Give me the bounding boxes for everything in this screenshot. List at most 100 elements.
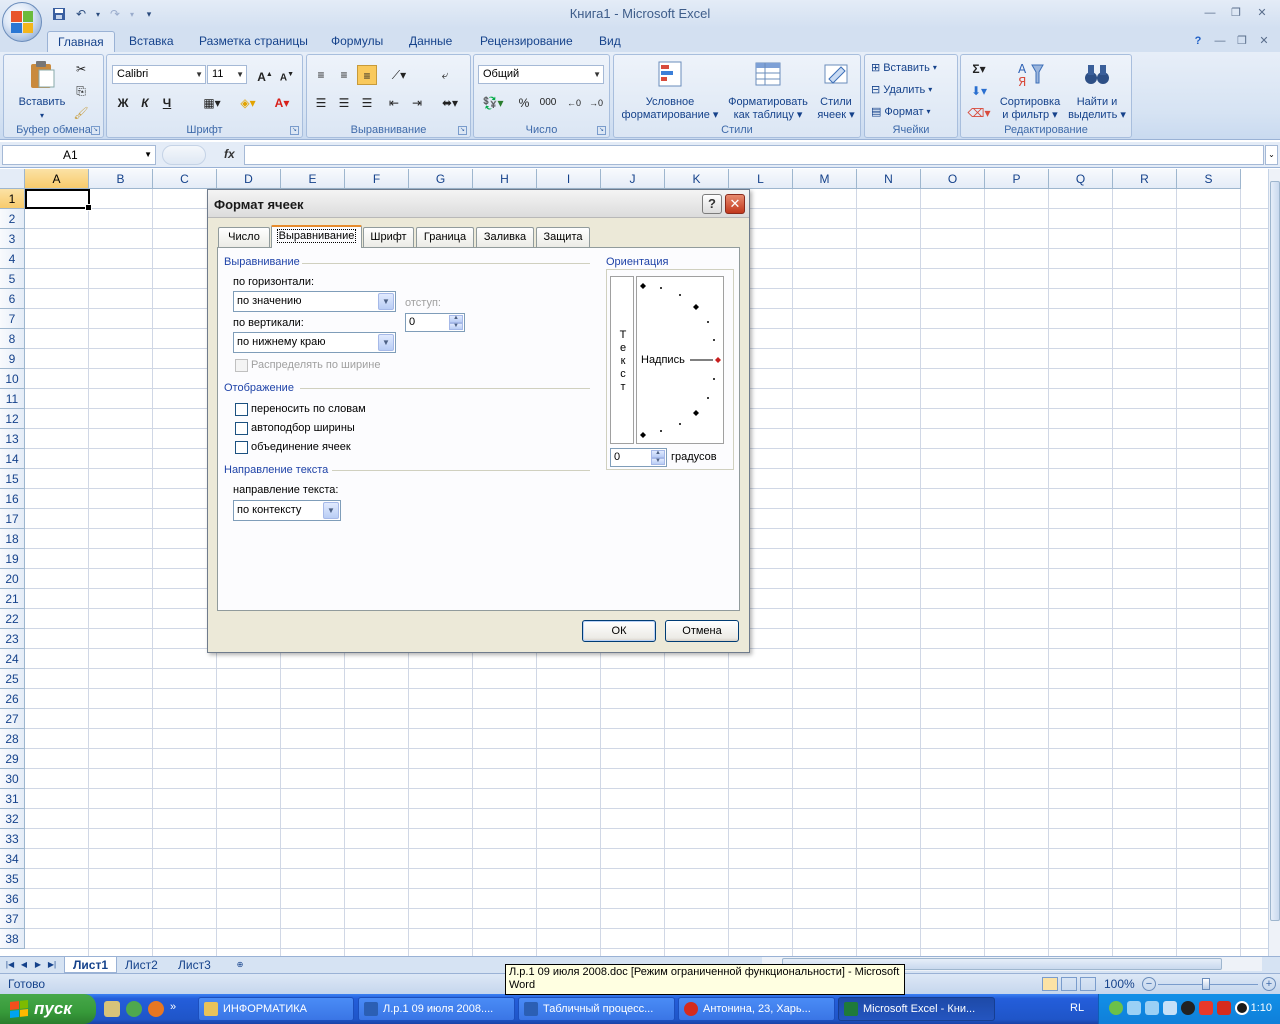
format-painter-icon[interactable]: 🖌 (71, 103, 91, 123)
row-header[interactable]: 6 (0, 289, 25, 309)
start-button[interactable]: пуск (0, 994, 96, 1024)
column-header[interactable]: H (473, 169, 537, 189)
spin-down-icon[interactable]: ▼ (449, 322, 463, 330)
increase-indent-icon[interactable]: ⇥ (407, 93, 427, 113)
zoom-slider-knob[interactable] (1202, 978, 1210, 990)
network-icon[interactable] (1145, 1001, 1159, 1015)
number-format-combo[interactable]: Общий ▼ (478, 65, 604, 84)
tab-page-layout[interactable]: Разметка страницы (189, 31, 318, 52)
row-header[interactable]: 38 (0, 929, 25, 949)
tab-review[interactable]: Рецензирование (470, 31, 583, 52)
shrink-to-fit-checkbox[interactable] (235, 422, 248, 435)
cut-icon[interactable]: ✂ (71, 59, 91, 79)
column-header[interactable]: A (25, 169, 89, 189)
tab-font[interactable]: Шрифт (363, 227, 414, 247)
active-cell[interactable] (25, 189, 92, 211)
tab-fill[interactable]: Заливка (476, 227, 534, 247)
autosum-button[interactable]: Σ▾ (965, 59, 993, 79)
horizontal-select[interactable]: по значению ▼ (233, 291, 396, 312)
row-header[interactable]: 10 (0, 369, 25, 389)
column-header[interactable]: K (665, 169, 729, 189)
fill-color-icon[interactable]: ◈▾ (233, 93, 263, 113)
close-button[interactable]: ✕ (725, 194, 745, 214)
tab-border[interactable]: Граница (416, 227, 474, 247)
tray-app-icon[interactable] (1109, 1001, 1123, 1015)
column-header[interactable]: C (153, 169, 217, 189)
column-header[interactable]: O (921, 169, 985, 189)
vertical-select[interactable]: по нижнему краю ▼ (233, 332, 396, 353)
grow-font-button[interactable]: A▲ (255, 65, 275, 85)
minimize-icon[interactable]: — (1198, 4, 1222, 22)
workbook-minimize-icon[interactable]: — (1212, 32, 1228, 50)
row-header[interactable]: 36 (0, 889, 25, 909)
column-header[interactable]: N (857, 169, 921, 189)
row-header[interactable]: 11 (0, 389, 25, 409)
chevron-right-icon[interactable]: » (170, 1001, 180, 1017)
cancel-button[interactable]: Отмена (665, 620, 739, 642)
row-header[interactable]: 12 (0, 409, 25, 429)
indent-spinner[interactable]: 0 ▲ ▼ (405, 313, 465, 332)
page-layout-view-icon[interactable] (1061, 977, 1077, 991)
tab-insert[interactable]: Вставка (119, 31, 184, 52)
spin-up-icon[interactable]: ▲ (449, 315, 463, 323)
sheet-tab-3[interactable]: Лист3 (170, 957, 219, 973)
prev-sheet-icon[interactable]: ◀ (18, 959, 30, 971)
clock[interactable]: 1:10 (1251, 1002, 1272, 1014)
copy-icon[interactable]: ⎘ (71, 81, 91, 101)
row-header[interactable]: 33 (0, 829, 25, 849)
paste-dropdown-icon[interactable]: ▾ (12, 109, 72, 122)
column-header[interactable]: D (217, 169, 281, 189)
ok-button[interactable]: ОК (582, 620, 656, 642)
row-header[interactable]: 22 (0, 609, 25, 629)
row-header[interactable]: 26 (0, 689, 25, 709)
column-header[interactable]: I (537, 169, 601, 189)
taskbar-item-word-doc[interactable]: Л.р.1 09 июля 2008.... (358, 997, 515, 1021)
network-icon[interactable] (1127, 1001, 1141, 1015)
orientation-icon[interactable]: ⟋▾ (384, 65, 414, 85)
row-header[interactable]: 34 (0, 849, 25, 869)
bold-button[interactable]: Ж (113, 93, 133, 113)
row-header[interactable]: 37 (0, 909, 25, 929)
find-select-button[interactable]: Найти и выделить ▾ (1065, 59, 1129, 122)
workbook-close-icon[interactable]: ✕ (1256, 32, 1272, 50)
row-header[interactable]: 23 (0, 629, 25, 649)
sheet-tab-1[interactable]: Лист1 (64, 957, 118, 973)
fill-icon[interactable]: ⬇▾ (965, 81, 993, 101)
office-button[interactable] (2, 2, 42, 42)
column-header[interactable]: Q (1049, 169, 1113, 189)
vertical-text-button[interactable]: Т е к с т (610, 276, 634, 444)
direction-select[interactable]: по контексту ▼ (233, 500, 341, 521)
page-break-view-icon[interactable] (1080, 977, 1096, 991)
thousands-button[interactable]: 000 (536, 93, 560, 113)
select-all-corner[interactable] (0, 169, 25, 189)
formula-input[interactable] (244, 145, 1264, 165)
row-header[interactable]: 9 (0, 349, 25, 369)
tab-data[interactable]: Данные (399, 31, 462, 52)
row-header[interactable]: 5 (0, 269, 25, 289)
workbook-restore-icon[interactable]: ❐ (1234, 32, 1250, 50)
orientation-dial[interactable]: Надпись (636, 276, 724, 444)
row-header[interactable]: 25 (0, 669, 25, 689)
align-left-icon[interactable]: ☰ (311, 93, 331, 113)
spin-down-icon[interactable]: ▼ (651, 457, 665, 465)
tray-app-icon[interactable] (1199, 1001, 1213, 1015)
tray-app-icon[interactable] (1163, 1001, 1177, 1015)
tray-app-icon[interactable] (1217, 1001, 1231, 1015)
row-header[interactable]: 16 (0, 489, 25, 509)
decrease-indent-icon[interactable]: ⇤ (384, 93, 404, 113)
column-header[interactable]: M (793, 169, 857, 189)
zoom-out-icon[interactable]: − (1142, 977, 1156, 991)
row-header[interactable]: 3 (0, 229, 25, 249)
insert-cells-button[interactable]: ⊞ Вставить ▾ (871, 61, 937, 75)
column-header[interactable]: R (1113, 169, 1177, 189)
scroll-thumb[interactable] (1270, 181, 1280, 921)
taskbar-item-opera[interactable]: Антонина, 23, Харь... (678, 997, 835, 1021)
format-cells-button[interactable]: ▤ Формат ▾ (871, 105, 931, 119)
row-header[interactable]: 13 (0, 429, 25, 449)
delete-cells-button[interactable]: ⊟ Удалить ▾ (871, 83, 932, 97)
expand-formula-bar-icon[interactable]: ⌄ (1265, 145, 1278, 165)
taskbar-item-word-doc-2[interactable]: Табличный процесс... (518, 997, 675, 1021)
wrap-text-icon[interactable]: ⤶ (435, 65, 455, 85)
row-header[interactable]: 17 (0, 509, 25, 529)
row-header[interactable]: 21 (0, 589, 25, 609)
